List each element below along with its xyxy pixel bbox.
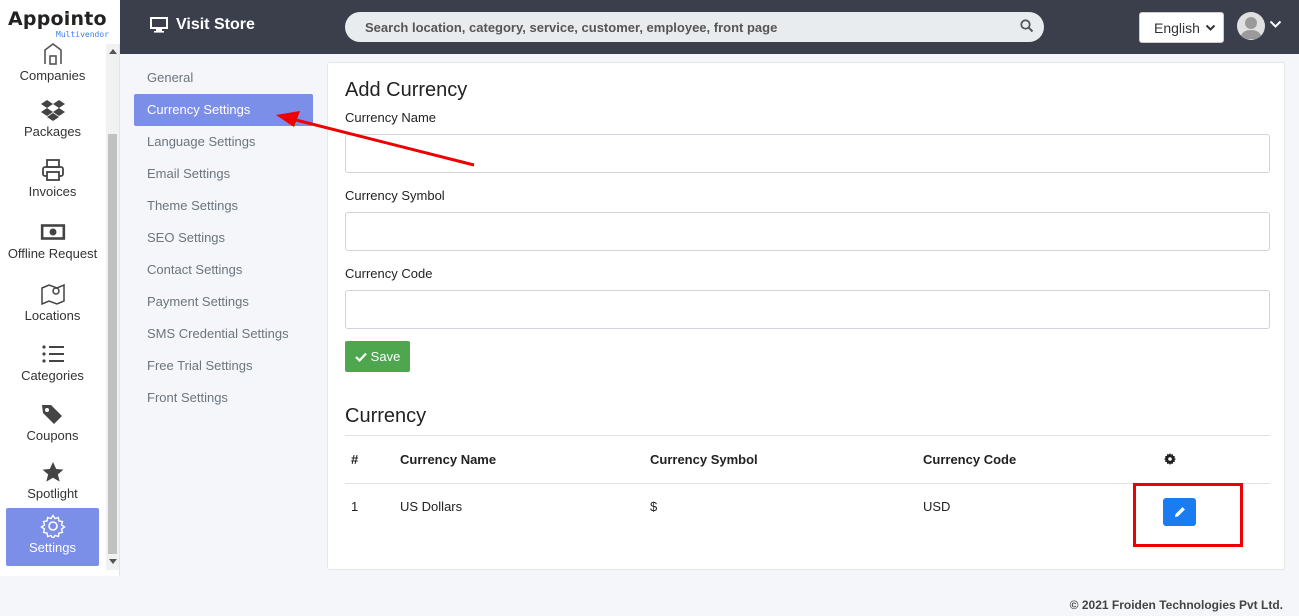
dropbox-icon [40,100,65,121]
currency-code-input[interactable] [345,290,1270,329]
currency-symbol-input[interactable] [345,212,1270,251]
sidebar-item-packages[interactable]: Packages [6,98,99,148]
sidebar-item-label: Invoices [28,184,77,199]
list-icon [41,345,64,363]
subnav-item-sms-credential-settings[interactable]: SMS Credential Settings [134,318,313,350]
star-icon [42,462,63,482]
table-header-name: Currency Name [400,452,497,467]
divider [345,435,1270,436]
save-button-label: Save [370,349,401,364]
monitor-icon [150,17,168,33]
subnav-item-free-trial-settings[interactable]: Free Trial Settings [134,350,313,382]
sidebar-item-offline-request[interactable]: Offline Request [6,220,99,270]
row-currency-code: USD [923,499,951,514]
language-select[interactable]: English [1139,12,1224,43]
table-header-code: Currency Code [923,452,1017,467]
app-logo[interactable]: Appointo Multivendor [0,0,120,44]
global-search-input[interactable] [345,12,1044,42]
sidebar-item-label: Categories [21,368,84,383]
currency-name-input[interactable] [345,134,1270,173]
visit-store-label: Visit Store [176,16,255,33]
gear-icon [1164,453,1176,465]
save-button[interactable]: Save [345,341,410,372]
top-bar: Visit Store English [120,0,1299,54]
user-avatar[interactable] [1237,12,1265,40]
row-currency-name: US Dollars [400,499,463,514]
subnav-item-theme-settings[interactable]: Theme Settings [134,190,313,222]
row-index: 1 [351,499,359,514]
row-currency-symbol: $ [650,499,658,514]
search-icon[interactable] [1020,19,1034,33]
subnav-item-contact-settings[interactable]: Contact Settings [134,254,313,286]
tags-icon [41,405,62,424]
table-header-index: # [351,452,359,467]
scroll-up-icon[interactable] [109,49,117,54]
subnav-item-seo-settings[interactable]: SEO Settings [134,222,313,254]
scroll-down-icon[interactable] [109,559,117,564]
gear-icon [39,514,66,538]
currency-code-label: Currency Code [345,266,433,281]
sidebar-item-categories[interactable]: Categories [6,342,99,392]
money-icon [40,224,65,240]
scroll-thumb[interactable] [108,134,117,554]
subnav-item-payment-settings[interactable]: Payment Settings [134,286,313,318]
sidebar-item-companies[interactable]: Companies [6,42,99,86]
sidebar-item-label: Offline Request [7,246,98,261]
map-pin-icon [40,283,65,306]
currency-table-title: Currency [345,405,427,427]
printer-icon [41,159,64,181]
sidebar-item-label: Locations [24,308,81,323]
building-icon [43,43,62,65]
main-sidebar: Appointo Multivendor Companies Packages … [0,0,120,576]
sidebar-item-label: Coupons [26,428,79,443]
sidebar-item-coupons[interactable]: Coupons [6,402,99,452]
annotation-arrow-icon [276,111,475,167]
sidebar-item-spotlight[interactable]: Spotlight [6,460,99,508]
sidebar-item-label: Spotlight [27,486,78,501]
sidebar-item-locations[interactable]: Locations [6,282,99,332]
sidebar-item-settings[interactable]: Settings [6,508,99,566]
visit-store-link[interactable]: Visit Store [150,16,255,34]
brand-name: Appointo [8,8,107,30]
sidebar-item-label: Settings [29,540,76,555]
currency-symbol-label: Currency Symbol [345,188,445,203]
user-icon [1240,17,1262,39]
table-row-divider [345,483,1270,484]
chevron-down-icon [1205,24,1216,31]
brand-subtitle: Multivendor [56,30,109,39]
footer-copyright: © 2021 Froiden Technologies Pvt Ltd. [1069,598,1283,612]
table-header-symbol: Currency Symbol [650,452,758,467]
sidebar-item-label: Packages [23,124,82,139]
subnav-item-front-settings[interactable]: Front Settings [134,382,313,414]
add-currency-title: Add Currency [345,79,468,101]
sidebar-item-label: Companies [19,68,86,83]
sidebar-scrollbar[interactable] [106,44,119,570]
chevron-down-icon[interactable] [1269,19,1282,30]
annotation-highlight-box [1133,483,1243,547]
subnav-item-general[interactable]: General [134,62,313,94]
language-value: English [1154,20,1200,36]
check-icon [354,352,367,362]
sidebar-item-invoices[interactable]: Invoices [6,158,99,208]
